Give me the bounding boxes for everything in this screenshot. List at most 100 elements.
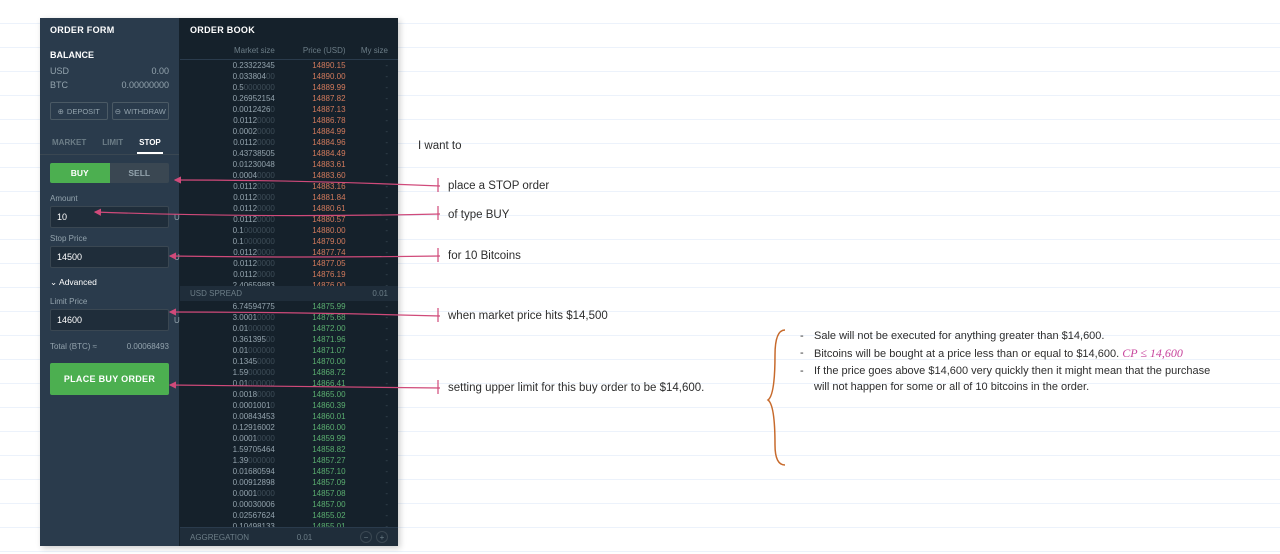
orderbook-row[interactable]: 0.3613950014871.96-: [180, 334, 398, 345]
order-type-tabs: MARKET LIMIT STOP: [40, 130, 179, 155]
tab-market[interactable]: MARKET: [50, 134, 88, 154]
orderbook-row[interactable]: 0.0001000014857.08-: [180, 488, 398, 499]
orderbook-row[interactable]: 0.0018000014865.00-: [180, 389, 398, 400]
orderbook-row[interactable]: 0.0001001014860.39-: [180, 400, 398, 411]
orderbook-row[interactable]: 0.0112000014883.16-: [180, 181, 398, 192]
orderbook-row[interactable]: 0.1000000014879.00-: [180, 236, 398, 247]
btc-value: 0.00000000: [121, 78, 169, 92]
stop-price-input[interactable]: [57, 252, 174, 262]
orderbook-row[interactable]: 0.0003000614857.00-: [180, 499, 398, 510]
orderbook-row[interactable]: 0.0112000014877.05-: [180, 258, 398, 269]
annotation-stop-price: when market price hits $14,500: [448, 310, 608, 322]
orderbook-row[interactable]: 1.3900000014857.27-: [180, 455, 398, 466]
orderbook-row[interactable]: 0.0112000014877.74-: [180, 247, 398, 258]
handwritten-note: CP ≤ 14,600: [1122, 346, 1183, 360]
stop-price-label: Stop Price: [50, 234, 169, 243]
orderbook-row[interactable]: 0.0112000014880.61-: [180, 203, 398, 214]
limit-price-input[interactable]: [57, 315, 174, 325]
orderbook-row[interactable]: 0.1000000014880.00-: [180, 225, 398, 236]
withdraw-button[interactable]: ⊖WITHDRAW: [112, 102, 170, 120]
orderbook-row[interactable]: 0.0112000014880.57-: [180, 214, 398, 225]
order-book-header: Market size Price (USD) My size: [180, 42, 398, 60]
buy-button[interactable]: BUY: [50, 163, 110, 183]
limit-price-input-wrap[interactable]: USD: [50, 309, 169, 331]
orderbook-row[interactable]: 0.4373850514884.49-: [180, 148, 398, 159]
total-value: 0.00068493: [127, 342, 169, 351]
orderbook-row[interactable]: 0.0100000014866.41-: [180, 378, 398, 389]
tab-limit[interactable]: LIMIT: [100, 134, 125, 154]
total-label: Total (BTC) ≈: [50, 342, 97, 351]
orderbook-row[interactable]: 0.0123004814883.61-: [180, 159, 398, 170]
orderbook-row[interactable]: 3.0001000014875.68-: [180, 312, 398, 323]
order-form-panel: ORDER FORM BALANCE USD 0.00 BTC 0.000000…: [40, 18, 180, 546]
orderbook-row[interactable]: 0.2695215414887.82-: [180, 93, 398, 104]
place-buy-order-button[interactable]: PLACE BUY ORDER: [50, 363, 169, 395]
aggregation-value: 0.01: [297, 533, 313, 542]
orderbook-row[interactable]: 1.5970546414858.82-: [180, 444, 398, 455]
orderbook-row[interactable]: 0.0256762414855.02-: [180, 510, 398, 521]
amount-input[interactable]: [57, 212, 174, 222]
balance-label: BALANCE: [50, 50, 169, 60]
sell-button[interactable]: SELL: [110, 163, 170, 183]
orderbook-row[interactable]: 0.0004000014883.60-: [180, 170, 398, 181]
orderbook-row[interactable]: 0.0012426014887.13-: [180, 104, 398, 115]
bids-list: 6.7459477514875.99-3.0001000014875.68-0.…: [180, 301, 398, 527]
annotation-buy: of type BUY: [448, 209, 509, 221]
stop-price-input-wrap[interactable]: USD: [50, 246, 169, 268]
deposit-icon: ⊕: [58, 107, 64, 116]
order-book-title: ORDER BOOK: [180, 18, 398, 42]
usd-value: 0.00: [151, 64, 169, 78]
amount-input-wrap[interactable]: USD: [50, 206, 169, 228]
annotation-limit-price: setting upper limit for this buy order t…: [448, 382, 704, 394]
deposit-button[interactable]: ⊕DEPOSIT: [50, 102, 108, 120]
aggregation-minus-button[interactable]: −: [360, 531, 372, 543]
orderbook-row[interactable]: 0.1345000014870.00-: [180, 356, 398, 367]
orderbook-row[interactable]: 0.0091289814857.09-: [180, 477, 398, 488]
orderbook-row[interactable]: 0.1291600214860.00-: [180, 422, 398, 433]
balance-usd-row: USD 0.00: [50, 64, 169, 78]
asks-list: 0.2332234514890.15-0.0338040014890.00-0.…: [180, 60, 398, 286]
annotation-stop: place a STOP order: [448, 180, 549, 192]
orderbook-row[interactable]: 0.0100000014871.07-: [180, 345, 398, 356]
balance-btc-row: BTC 0.00000000: [50, 78, 169, 92]
orderbook-row[interactable]: 0.0112000014881.84-: [180, 192, 398, 203]
orderbook-row[interactable]: 1.5900000014868.72-: [180, 367, 398, 378]
orderbook-row[interactable]: 0.0084345314860.01-: [180, 411, 398, 422]
annotation-amount: for 10 Bitcoins: [448, 250, 521, 262]
orderbook-row[interactable]: 0.2332234514890.15-: [180, 60, 398, 71]
orderbook-row[interactable]: 6.7459477514875.99-: [180, 301, 398, 312]
deposit-label: DEPOSIT: [67, 107, 100, 116]
withdraw-label: WITHDRAW: [124, 107, 166, 116]
col-price: Price (USD): [275, 46, 346, 55]
orderbook-row[interactable]: 0.0112000014884.96-: [180, 137, 398, 148]
note-item: Bitcoins will be bought at a price less …: [800, 345, 1220, 362]
orderbook-row[interactable]: 0.0112000014876.19-: [180, 269, 398, 280]
aggregation-label: AGGREGATION: [190, 533, 249, 542]
orderbook-row[interactable]: 0.0168059414857.10-: [180, 466, 398, 477]
order-book-panel: ORDER BOOK Market size Price (USD) My si…: [180, 18, 398, 546]
explanation-notes: Sale will not be executed for anything g…: [800, 328, 1220, 396]
col-market-size: Market size: [190, 46, 275, 55]
orderbook-row[interactable]: 0.0112000014886.78-: [180, 115, 398, 126]
btc-label: BTC: [50, 78, 68, 92]
order-form-title: ORDER FORM: [40, 18, 179, 42]
orderbook-row[interactable]: 0.0001000014859.99-: [180, 433, 398, 444]
aggregation-plus-button[interactable]: +: [376, 531, 388, 543]
advanced-label: Advanced: [59, 277, 97, 287]
tab-stop[interactable]: STOP: [137, 134, 163, 154]
withdraw-icon: ⊖: [115, 107, 121, 116]
amount-label: Amount: [50, 194, 169, 203]
limit-price-label: Limit Price: [50, 297, 169, 306]
spread-value: 0.01: [372, 289, 388, 298]
col-my-size: My size: [346, 46, 388, 55]
orderbook-row[interactable]: 0.5000000014889.99-: [180, 82, 398, 93]
orderbook-row[interactable]: 0.0338040014890.00-: [180, 71, 398, 82]
note-item: If the price goes above $14,600 very qui…: [800, 363, 1220, 395]
orderbook-row[interactable]: 0.0100000014872.00-: [180, 323, 398, 334]
advanced-toggle[interactable]: ⌄ Advanced: [40, 271, 179, 294]
chevron-down-icon: ⌄: [50, 277, 57, 287]
orderbook-row[interactable]: 0.0002000014884.99-: [180, 126, 398, 137]
annotation-intro: I want to: [418, 140, 461, 152]
trading-app: ORDER FORM BALANCE USD 0.00 BTC 0.000000…: [40, 18, 398, 546]
total-row: Total (BTC) ≈ 0.00068493: [40, 334, 179, 359]
